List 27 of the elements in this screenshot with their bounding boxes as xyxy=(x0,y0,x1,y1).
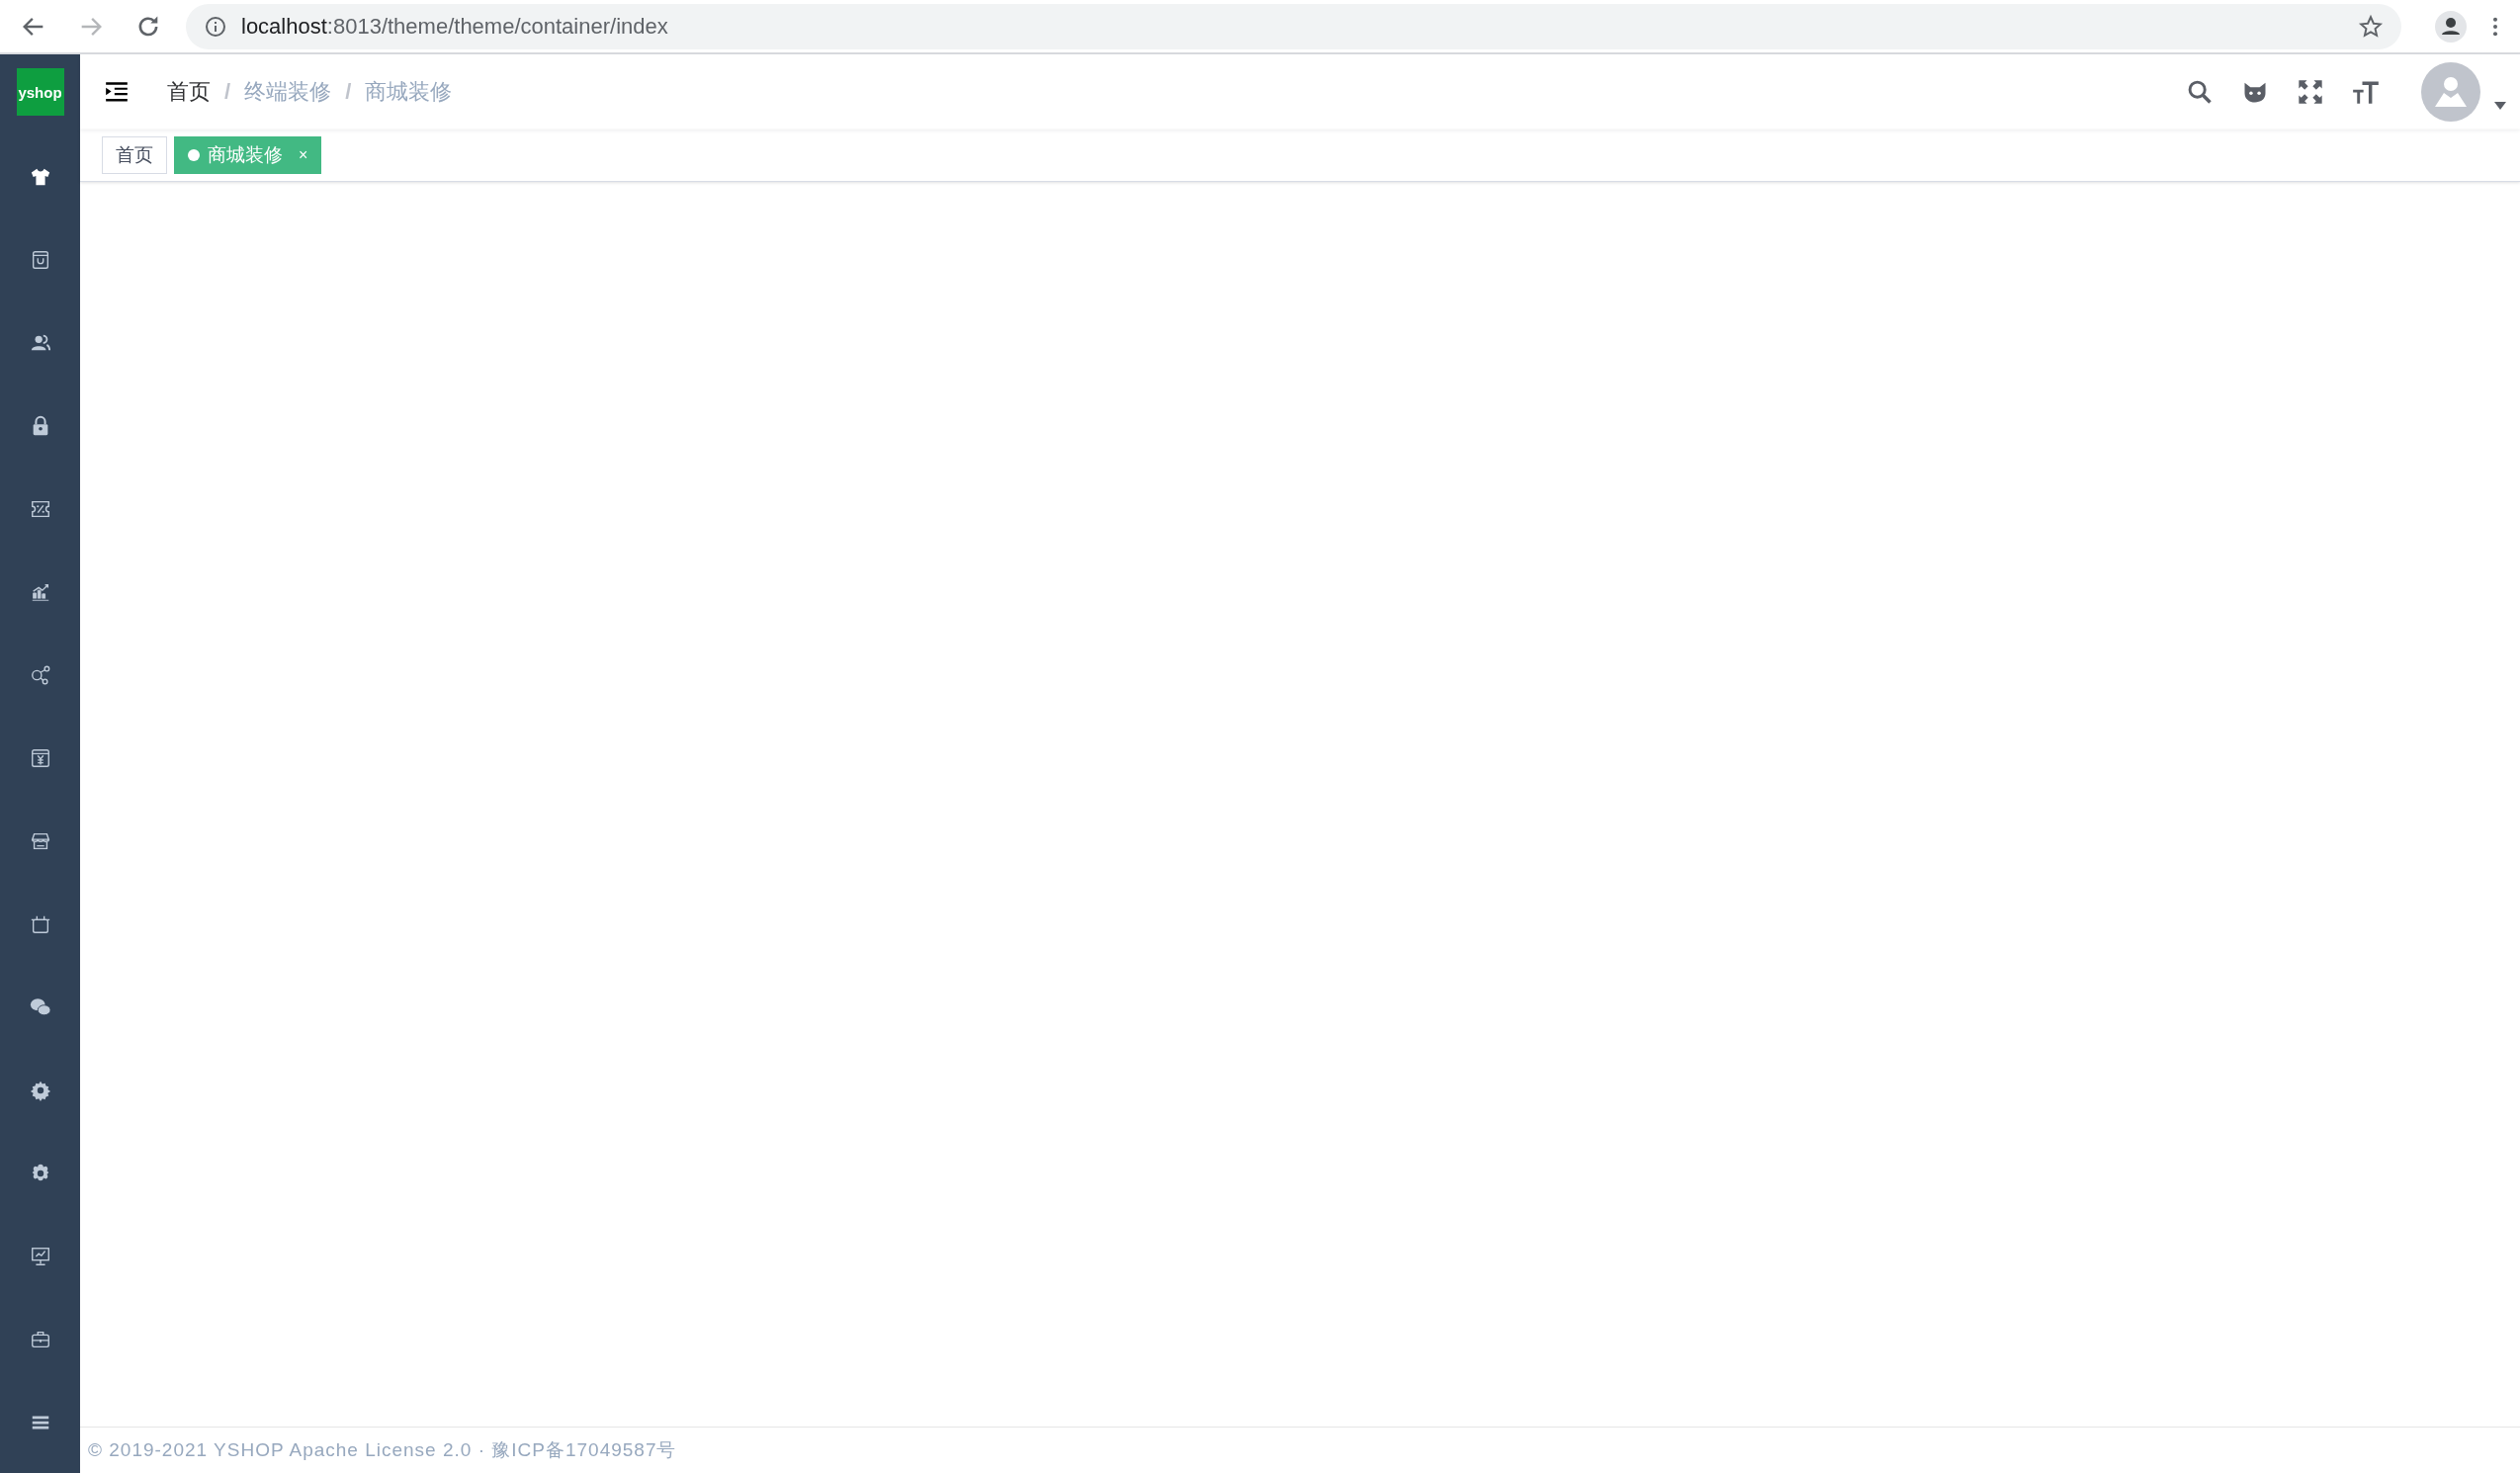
info-icon[interactable] xyxy=(204,14,227,39)
shop-icon[interactable] xyxy=(29,830,51,852)
breadcrumb-separator: / xyxy=(345,79,352,105)
breadcrumb-item[interactable]: 首页 xyxy=(167,77,211,107)
logo: yshop xyxy=(16,68,64,116)
briefcase-icon[interactable] xyxy=(29,1329,51,1350)
tab[interactable]: 首页 xyxy=(102,136,167,174)
breadcrumb-item: 商城装修 xyxy=(365,78,453,106)
yen-icon[interactable] xyxy=(29,747,51,769)
fullscreen-icon[interactable] xyxy=(2297,78,2324,106)
chat-icon[interactable] xyxy=(29,996,51,1018)
caret-icon[interactable] xyxy=(2494,102,2506,110)
footer-text: © 2019-2021 YSHOP Apache License 2.0 · 豫ICP备17049587号 xyxy=(80,1427,2520,1473)
address-field[interactable]: localhost:8013/theme/theme/container/index xyxy=(186,3,2401,49)
search-icon[interactable] xyxy=(2186,78,2214,106)
breadcrumb-item: 终端装修 xyxy=(244,78,332,106)
active-dot-icon xyxy=(188,149,200,161)
gear-icon[interactable] xyxy=(29,1080,51,1101)
breadcrumb-separator: / xyxy=(224,79,231,105)
profile-icon[interactable] xyxy=(2435,10,2467,43)
star-icon[interactable] xyxy=(2358,13,2384,40)
share-icon[interactable] xyxy=(29,664,51,686)
monitor-icon[interactable] xyxy=(29,1246,51,1267)
coupon-icon[interactable] xyxy=(29,498,51,520)
more-icon[interactable] xyxy=(2492,15,2498,38)
calendar-icon[interactable] xyxy=(29,913,51,935)
shirt-icon[interactable] xyxy=(29,166,51,188)
